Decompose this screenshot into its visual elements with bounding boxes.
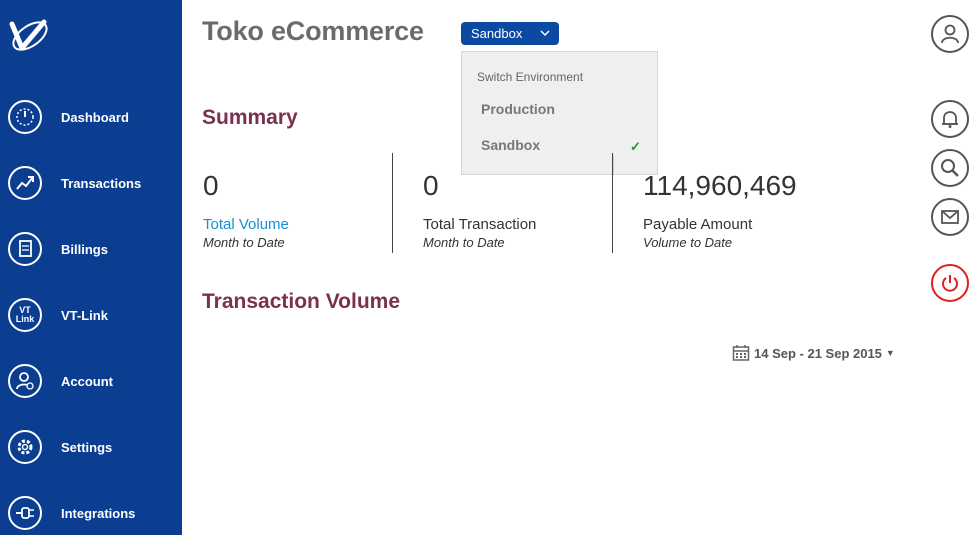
date-range-label: 14 Sep - 21 Sep 2015 xyxy=(754,345,882,361)
sidebar-item-settings[interactable]: Settings xyxy=(0,422,182,472)
sidebar-item-dashboard[interactable]: Dashboard xyxy=(0,92,182,142)
sidebar-item-label: VT-Link xyxy=(61,307,108,323)
metric-divider xyxy=(392,153,393,253)
sidebar-item-transactions[interactable]: Transactions xyxy=(0,158,182,208)
sidebar-item-label: Dashboard xyxy=(61,109,129,125)
metric-value: 114,960,469 xyxy=(643,170,797,201)
environment-select-button[interactable]: Sandbox xyxy=(461,22,559,45)
metric-sub: Month to Date xyxy=(203,235,285,250)
sidebar-item-billings[interactable]: Billings xyxy=(0,224,182,274)
environment-dropdown-menu: Switch Environment Production Sandbox ✓ xyxy=(461,51,658,175)
sidebar-item-integrations[interactable]: Integrations xyxy=(0,488,182,538)
caret-down-icon: ▼ xyxy=(885,348,895,358)
chevron-down-icon xyxy=(540,30,550,37)
messages-button[interactable] xyxy=(931,198,969,236)
notifications-button[interactable] xyxy=(931,100,969,138)
total-volume-link[interactable]: Total Volume xyxy=(203,216,289,233)
user-profile-icon xyxy=(941,24,959,44)
dropdown-header: Switch Environment xyxy=(477,70,584,84)
settings-gear-icon xyxy=(8,430,42,464)
power-icon xyxy=(942,275,958,292)
checkmark-icon: ✓ xyxy=(630,139,641,154)
sidebar-item-label: Account xyxy=(61,373,113,389)
search-icon xyxy=(941,159,959,177)
user-profile-button[interactable] xyxy=(931,15,969,53)
billing-document-icon xyxy=(8,232,42,266)
sidebar: Dashboard Transactions Billings VT Link … xyxy=(0,0,182,535)
account-user-icon xyxy=(8,364,42,398)
search-button[interactable] xyxy=(931,149,969,187)
vt-link-icon-text: VT Link xyxy=(15,305,35,324)
metric-sub: Volume to Date xyxy=(643,235,733,250)
logout-button[interactable] xyxy=(931,264,969,302)
metric-divider xyxy=(612,153,613,253)
integrations-plug-icon xyxy=(8,496,42,530)
metric-payable-amount: 114,960,469 Payable Amount Volume to Dat… xyxy=(643,170,797,250)
sidebar-item-label: Integrations xyxy=(61,505,136,521)
dropdown-item-production[interactable]: Production xyxy=(481,101,555,117)
metric-value: 0 xyxy=(203,170,219,201)
bell-icon xyxy=(942,111,958,128)
mail-icon xyxy=(941,210,959,224)
summary-title: Summary xyxy=(202,106,298,129)
date-range-picker[interactable]: 14 Sep - 21 Sep 2015 ▼ xyxy=(732,344,895,362)
dropdown-item-sandbox[interactable]: Sandbox xyxy=(481,137,540,153)
sidebar-item-label: Settings xyxy=(61,439,113,455)
transaction-volume-title: Transaction Volume xyxy=(202,290,400,313)
metric-total-volume: 0 Total Volume Month to Date xyxy=(203,170,289,250)
metric-label: Payable Amount xyxy=(643,216,753,233)
environment-selected-label: Sandbox xyxy=(471,26,523,41)
metric-total-transaction: 0 Total Transaction Month to Date xyxy=(423,170,536,250)
sidebar-item-account[interactable]: Account xyxy=(0,356,182,406)
transactions-chart-icon xyxy=(8,166,42,200)
sidebar-item-label: Billings xyxy=(61,241,108,257)
sidebar-item-label: Transactions xyxy=(61,175,142,191)
page-title: Toko eCommerce xyxy=(202,16,424,46)
metric-sub: Month to Date xyxy=(423,235,505,250)
brand-logo-icon[interactable] xyxy=(6,14,50,58)
sidebar-item-vt-link[interactable]: VT Link VT-Link xyxy=(0,290,182,340)
dropdown-divider xyxy=(613,155,614,175)
vt-link-icon: VT Link xyxy=(8,298,42,332)
metric-value: 0 xyxy=(423,170,439,201)
metric-label: Total Transaction xyxy=(423,216,537,233)
calendar-icon xyxy=(732,345,750,361)
dashboard-gauge-icon xyxy=(8,100,42,134)
